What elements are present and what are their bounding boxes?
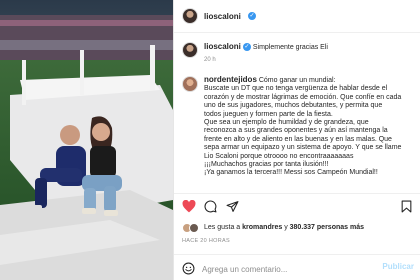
caption-time: 20 h [204, 57, 216, 63]
verified-badge-icon: ✓ [248, 12, 256, 20]
post-details-panel: lioscaloni ✓ lioscaloni ✓ Simplemente gra… [173, 0, 420, 280]
caption: lioscaloni ✓ Simplemente gracias Eli 20 h [174, 36, 420, 66]
comment-line: uno de sus jugadores, muchos debutantes,… [204, 102, 383, 110]
commenter-avatar[interactable] [182, 76, 198, 92]
composer-divider [174, 254, 420, 255]
comment-username[interactable]: nordentejidos [204, 75, 257, 84]
comment-line: Buscate un DT que no tenga vergüenza de … [204, 85, 388, 93]
liker-username[interactable]: kromandres [242, 224, 282, 231]
header-divider [174, 32, 420, 33]
action-bar [174, 198, 420, 216]
comment-line: sepa armar un equipazo y un sistema de a… [204, 144, 402, 152]
comment-line: reconozca a sus grandes oponentes y aún … [204, 127, 388, 135]
post-timestamp: HACE 20 HORAS [182, 238, 230, 244]
share-icon[interactable] [226, 200, 239, 213]
liker-avatar [189, 223, 199, 233]
likes-suffix[interactable]: personas más [317, 224, 364, 231]
caption-avatar[interactable] [182, 42, 198, 58]
comment-line: ¡¡¡Muchachos gracias por tanta ilusión!!… [204, 161, 329, 169]
comment-line: corazón y de mostrar lágrimas de emoción… [204, 93, 402, 101]
likes-prefix: Les gusta a [204, 224, 241, 231]
comment-icon[interactable] [204, 200, 217, 213]
emoji-icon[interactable] [182, 262, 195, 275]
post-header: lioscaloni ✓ [174, 0, 420, 32]
header-username[interactable]: lioscaloni [204, 12, 241, 21]
likes-count[interactable]: 380.337 [290, 224, 315, 231]
comment-line: Que sea un ejemplo de humildad y de gran… [204, 119, 369, 127]
comment-body: nordentejidos Cómo ganar un mundial: Bus… [204, 75, 416, 178]
comment-line: Cómo ganar un mundial: [258, 77, 336, 84]
comment: nordentejidos Cómo ganar un mundial: Bus… [174, 74, 420, 194]
caption-username[interactable]: lioscaloni [204, 42, 241, 51]
publish-button[interactable]: Publicar [382, 262, 414, 271]
comment-line: frente en alto y de aliento en las buena… [204, 135, 392, 143]
heart-icon[interactable] [182, 200, 196, 213]
likes-summary: Les gusta a kromandres y 380.337 persona… [174, 221, 420, 235]
verified-badge-icon: ✓ [242, 43, 251, 52]
caption-text: Simplemente gracias Eli [252, 44, 328, 51]
likes-connector: y [284, 224, 288, 231]
bookmark-icon[interactable] [401, 200, 412, 213]
actions-divider [174, 193, 420, 194]
comment-input[interactable] [202, 262, 362, 276]
comment-line: ¡Ya ganamos la tercera!!! Messi sos Camp… [204, 169, 378, 177]
comment-line: todos jueguen y formen parte de la fiest… [204, 110, 333, 118]
author-avatar[interactable] [182, 8, 198, 24]
post-photo[interactable] [0, 0, 173, 280]
stadium-photo [0, 0, 173, 280]
comment-line: Lio Scaloni porque otroooo no encontraaa… [204, 152, 354, 160]
